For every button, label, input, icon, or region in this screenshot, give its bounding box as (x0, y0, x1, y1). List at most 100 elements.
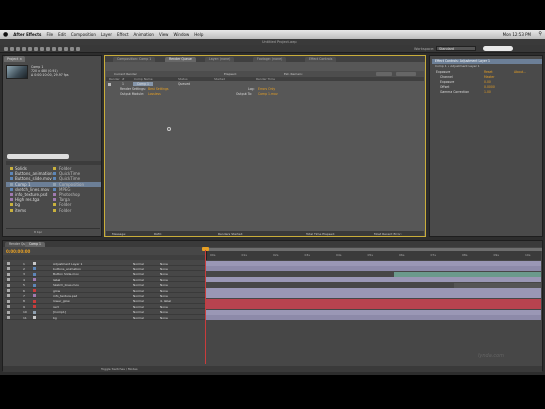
layer-duration-bar[interactable] (206, 298, 541, 304)
workspace-select[interactable]: Standard (436, 46, 476, 51)
parent-select[interactable]: None (160, 316, 168, 320)
layer-label-swatch[interactable] (33, 305, 36, 309)
tab-layer[interactable]: Layer: (none) (205, 56, 235, 62)
layer-row[interactable]: 7 info_texture.psd Normal None (5, 293, 205, 299)
render-column-header[interactable]: Render # Comp Name Status Started Render… (106, 77, 424, 81)
project-column-header[interactable] (6, 161, 101, 165)
pause-button[interactable] (376, 71, 392, 76)
menu-layer[interactable]: Layer (101, 32, 112, 37)
search-icon[interactable]: ⚲ (538, 31, 542, 37)
layer-label-swatch[interactable] (33, 283, 36, 287)
layer-duration-bar[interactable] (206, 261, 541, 267)
render-settings-value[interactable]: Best Settings (148, 87, 169, 91)
layer-row[interactable]: 1 Adjustment Layer 1 Normal None (5, 261, 205, 267)
menu-effect[interactable]: Effect (117, 32, 129, 37)
layer-label-swatch[interactable] (33, 299, 36, 303)
blend-mode-select[interactable]: Normal (133, 305, 144, 309)
layer-name[interactable]: rect (53, 305, 59, 309)
col-render[interactable]: Render (109, 77, 120, 81)
log-value[interactable]: Errors Only (258, 87, 275, 91)
blend-mode-select[interactable]: Normal (133, 294, 144, 298)
property-value[interactable]: 0.00 (484, 80, 491, 84)
parent-select[interactable]: None (160, 283, 168, 287)
eye-icon[interactable] (7, 299, 10, 303)
parent-select[interactable]: None (160, 294, 168, 298)
label-color-swatch[interactable] (53, 193, 56, 197)
pen-tool-icon[interactable] (46, 47, 50, 51)
col-number[interactable]: # (122, 77, 125, 81)
layer-name[interactable]: Sketch_lines.mov (53, 283, 79, 287)
property-value[interactable]: 0.0000 (484, 85, 495, 89)
effect-property-row[interactable]: Offset 0.0000 (434, 85, 542, 90)
current-timecode[interactable]: 0:00:00:00 (6, 249, 30, 254)
layer-name[interactable]: lower_glow (53, 299, 70, 303)
layer-row[interactable]: 9 rect Normal None (5, 304, 205, 310)
effect-property-row[interactable]: Exposure Reset About... (434, 70, 542, 75)
layer-row[interactable]: 4 label Normal None (5, 277, 205, 283)
layer-label-swatch[interactable] (33, 278, 36, 282)
parent-select[interactable]: None (160, 272, 168, 276)
layer-name[interactable]: info_texture.psd (53, 294, 77, 298)
tab-effect-controls[interactable]: Effect Controls (305, 56, 337, 62)
render-button[interactable] (396, 71, 416, 76)
layer-row[interactable]: 10 [Comp1] Normal None (5, 310, 205, 315)
bit-depth-label[interactable]: 8 bpc (34, 230, 42, 234)
eye-icon[interactable] (7, 283, 10, 287)
eye-icon[interactable] (7, 294, 10, 298)
property-value[interactable]: 1.00 (484, 90, 491, 94)
layer-duration-bar[interactable] (206, 288, 541, 294)
type-tool-icon[interactable] (52, 47, 56, 51)
pan-behind-tool-icon[interactable] (34, 47, 38, 51)
render-item-row[interactable]: 1 Comp 1 Queued (108, 82, 424, 87)
menu-composition[interactable]: Composition (71, 32, 96, 37)
toggle-switches-modes[interactable]: Toggle Switches / Modes (101, 367, 138, 371)
tab-timeline-comp[interactable]: Comp 1 (25, 241, 45, 247)
eye-icon[interactable] (7, 305, 10, 309)
layer-duration-bar[interactable] (206, 277, 541, 283)
effect-property-row[interactable]: Channel Master (434, 75, 542, 80)
layer-duration-bar[interactable] (206, 315, 541, 321)
parent-select[interactable]: None (160, 305, 168, 309)
layer-label-swatch[interactable] (33, 294, 36, 298)
blend-mode-select[interactable]: Normal (133, 267, 144, 271)
label-color-swatch[interactable] (53, 203, 56, 207)
layer-duration-bar[interactable] (206, 304, 541, 310)
effect-reset-link[interactable]: Reset (484, 70, 493, 74)
layer-duration-bar[interactable] (453, 282, 541, 288)
blend-mode-select[interactable]: Normal (133, 272, 144, 276)
layer-name[interactable]: Adjustment Layer 1 (53, 262, 82, 266)
property-value[interactable]: Master (484, 75, 495, 79)
layer-label-swatch[interactable] (33, 262, 36, 265)
layer-row[interactable]: 5 Sketch_lines.mov Normal None (5, 283, 205, 288)
blend-mode-select[interactable]: Normal (133, 278, 144, 282)
rotate-tool-icon[interactable] (22, 47, 26, 51)
effect-property-row[interactable]: Exposure 0.00 (434, 80, 542, 85)
render-checkbox[interactable] (108, 82, 111, 86)
eye-icon[interactable] (7, 310, 10, 314)
menu-window[interactable]: Window (173, 32, 189, 37)
parent-select[interactable]: None (160, 267, 168, 271)
layer-label-swatch[interactable] (33, 310, 36, 314)
layer-label-swatch[interactable] (33, 289, 36, 292)
effect-property-row[interactable]: Gamma Correction 1.00 (434, 90, 542, 95)
parent-select[interactable]: None (160, 262, 168, 266)
menu-view[interactable]: View (159, 32, 169, 37)
tab-composition[interactable]: Composition: Comp 1 (113, 56, 156, 62)
brush-tool-icon[interactable] (58, 47, 62, 51)
selection-tool-icon[interactable] (4, 47, 8, 51)
col-started[interactable]: Started (214, 77, 225, 81)
label-color-swatch[interactable] (53, 177, 56, 181)
help-search-input[interactable] (483, 46, 513, 51)
layer-duration-bar[interactable] (206, 309, 541, 315)
effect-about-link[interactable]: About... (514, 70, 526, 74)
blend-mode-select[interactable]: Normal (133, 299, 144, 303)
output-to-value[interactable]: Comp 1.mov (258, 92, 278, 96)
layer-duration-bar[interactable] (206, 293, 541, 299)
apple-icon[interactable]: ● (3, 31, 8, 38)
label-color-swatch[interactable] (53, 187, 56, 191)
camera-tool-icon[interactable] (28, 47, 32, 51)
project-item[interactable]: items Folder (6, 208, 101, 213)
layer-name[interactable]: [Comp1] (53, 310, 66, 314)
puppet-tool-icon[interactable] (76, 47, 80, 51)
eye-icon[interactable] (7, 278, 10, 282)
